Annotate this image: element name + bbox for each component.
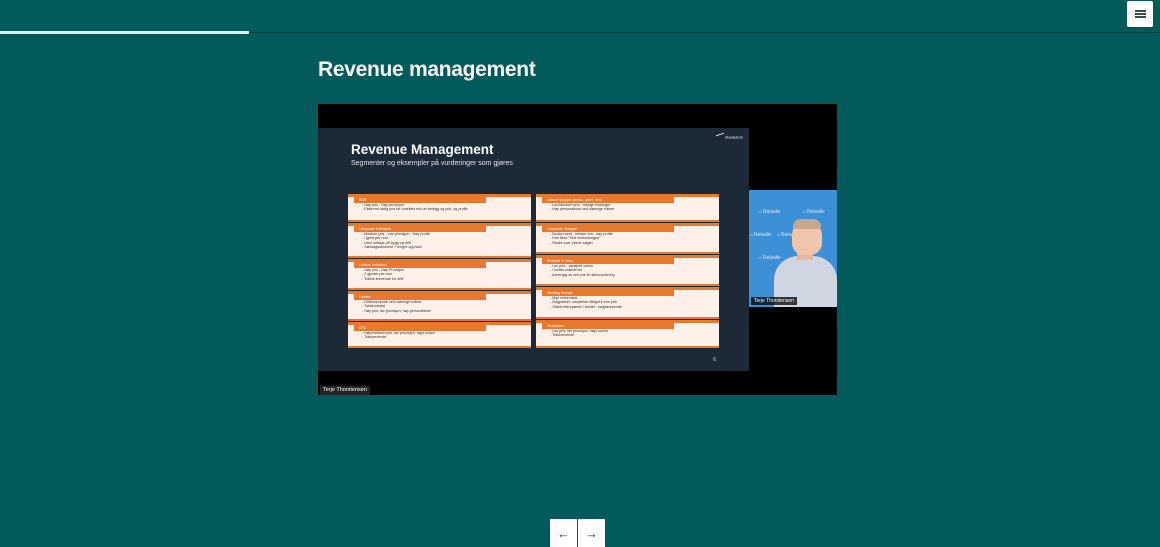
presentation-slide: RevMAX Revenue Management Segmenter og e…	[318, 128, 749, 371]
segment-card: Leisure grupper (kryss, sport, mm) - Lav…	[536, 194, 719, 222]
slide-logo: RevMAX	[716, 132, 743, 141]
segment-card: Corporate Individual - Medium pris - Lav…	[348, 223, 531, 258]
hamburger-menu-icon	[1134, 10, 1146, 18]
video-player[interactable]: RevMAX Revenue Management Segmenter og e…	[318, 104, 837, 395]
segment-card: Meeting Groups - Mye merinntekt - Dagpak…	[536, 287, 719, 319]
presenter-name-label: Terje Thorstensen	[320, 386, 370, 395]
next-button[interactable]: →	[578, 519, 605, 547]
watermark-logo: Reisaliv	[759, 256, 781, 261]
previous-button[interactable]: ←	[550, 519, 577, 547]
slide-page-number: 6	[713, 357, 716, 363]
watermark-logo: Reisaliv	[759, 210, 781, 215]
presenter-camera: Reisaliv Reisaliv Reisaliv Reisaliv Reis…	[749, 190, 837, 307]
arrow-right-icon: →	[585, 525, 598, 541]
progress-bar	[0, 31, 250, 34]
segment-card: Flyklær - Driftskrevende ved ulønnige ru…	[348, 291, 531, 321]
watermark-logo: Reisaliv	[750, 233, 772, 238]
segment-card: Prosjekt & Crew - Lav pris - variabelt v…	[536, 255, 719, 286]
segment-card: Tuneparter - Lav pris, lav provisjon, hø…	[536, 320, 719, 348]
camera-name-label: Terje Thorstensen	[751, 297, 797, 305]
segment-card: Leisure Individual - Høy pris - Høy Prov…	[348, 259, 531, 290]
page-title: Revenue management	[318, 58, 536, 81]
arrow-left-icon: ←	[557, 525, 570, 541]
segment-card: OTA - Høy/medium pris, lav provisjon, hø…	[348, 322, 531, 348]
watermark-logo: Reisaliv	[803, 210, 825, 215]
segment-card: Corporate Grupper - Booker sent - betale…	[536, 223, 719, 254]
segment-card: BAR - Høy pris - Høy provisjon - Ekstrem…	[348, 194, 531, 222]
slide-title: Revenue Management	[351, 142, 494, 157]
menu-button[interactable]	[1127, 1, 1153, 27]
slide-subtitle: Segmenter og eksempler på vurderinger so…	[351, 160, 513, 167]
